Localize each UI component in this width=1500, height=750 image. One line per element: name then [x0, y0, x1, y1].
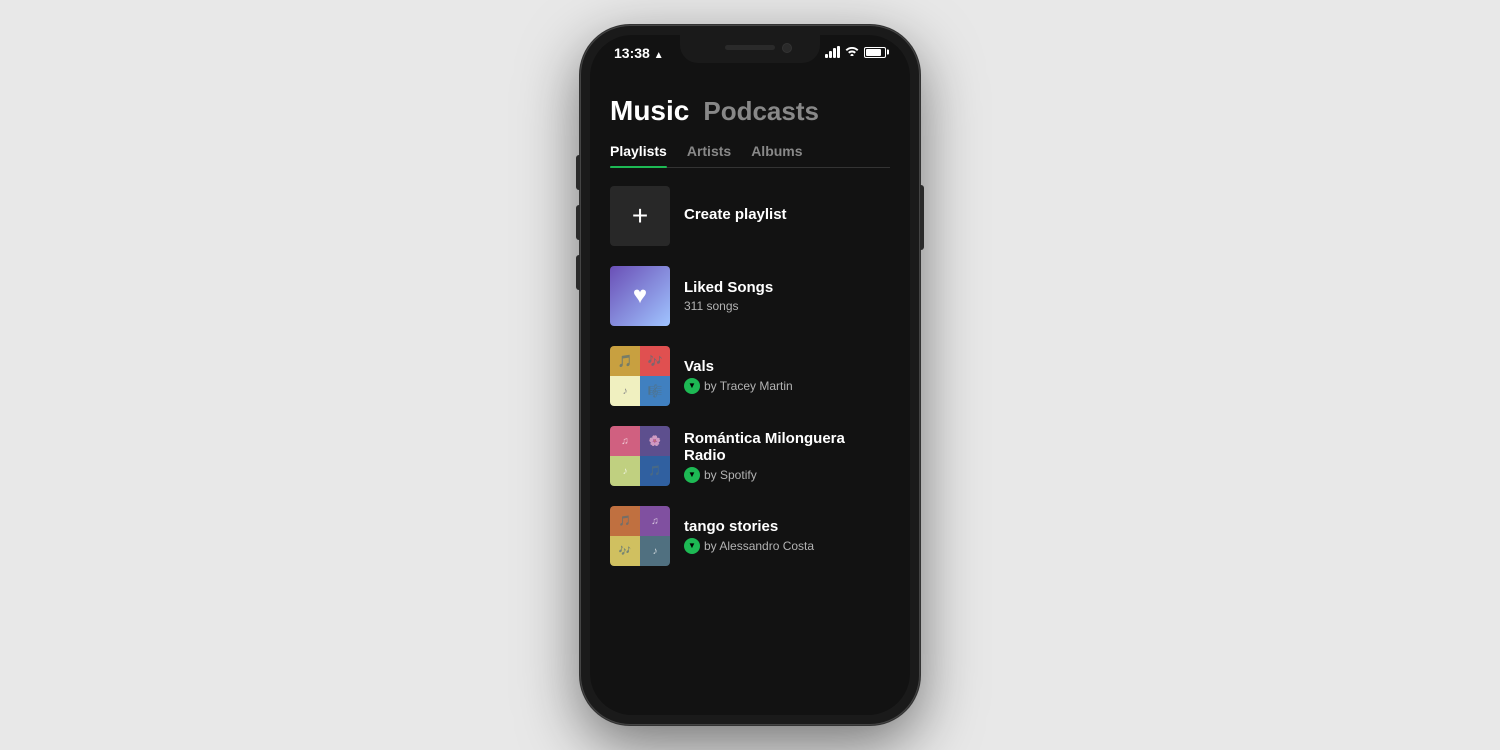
tango-thumb: 🎵 ♫ 🎶 ♪ [610, 506, 670, 566]
vals-name: Vals [684, 358, 890, 375]
tango-item[interactable]: 🎵 ♫ 🎶 ♪ [590, 496, 910, 576]
vals-download-arrow: ▼ [688, 382, 696, 390]
liked-songs-count: 311 songs [684, 299, 890, 313]
tab-music[interactable]: Music [610, 95, 689, 127]
notch-camera [782, 43, 792, 53]
romantica-cell-2: 🌸 [640, 426, 670, 456]
notch [680, 35, 820, 63]
main-tabs: Music Podcasts [610, 95, 890, 127]
romantica-item[interactable]: ♫ 🌸 ♪ 🎵 [590, 416, 910, 496]
mosaic-cell-1: 🎵 [610, 346, 640, 376]
playlist-list: + Create playlist ♥ Liked Songs 311 song… [590, 168, 910, 584]
wifi-icon [845, 45, 859, 59]
romantica-thumb: ♫ 🌸 ♪ 🎵 [610, 426, 670, 486]
tab-albums[interactable]: Albums [751, 143, 802, 167]
create-playlist-item[interactable]: + Create playlist [590, 176, 910, 256]
signal-icon [825, 46, 840, 58]
vals-mosaic: 🎵 🎶 ♪ 🎼 [610, 346, 670, 406]
vals-thumb: 🎵 🎶 ♪ 🎼 [610, 346, 670, 406]
romantica-download-arrow: ▼ [688, 471, 696, 479]
tango-mosaic: 🎵 ♫ 🎶 ♪ [610, 506, 670, 566]
vals-download-icon: ▼ [684, 378, 700, 394]
romantica-mosaic: ♫ 🌸 ♪ 🎵 [610, 426, 670, 486]
tango-cell-4: ♪ [640, 536, 670, 566]
tab-playlists[interactable]: Playlists [610, 143, 667, 167]
tango-cell-2: ♫ [640, 506, 670, 536]
tango-name: tango stories [684, 518, 890, 535]
romantica-cell-3: ♪ [610, 456, 640, 486]
liked-songs-info: Liked Songs 311 songs [684, 279, 890, 313]
notch-speaker [725, 45, 775, 50]
vals-item[interactable]: 🎵 🎶 ♪ 🎼 [590, 336, 910, 416]
tango-by: ▼ by Alessandro Costa [684, 538, 890, 554]
plus-icon: + [632, 202, 648, 230]
status-icons [825, 45, 886, 59]
create-playlist-thumb: + [610, 186, 670, 246]
tab-podcasts[interactable]: Podcasts [703, 96, 819, 127]
romantica-cell-1: ♫ [610, 426, 640, 456]
liked-songs-item[interactable]: ♥ Liked Songs 311 songs [590, 256, 910, 336]
sub-tabs: Playlists Artists Albums [610, 143, 890, 168]
tango-download-icon: ▼ [684, 538, 700, 554]
liked-songs-name: Liked Songs [684, 279, 890, 296]
mosaic-cell-4: 🎼 [640, 376, 670, 406]
tango-download-arrow: ▼ [688, 542, 696, 550]
mosaic-cell-3: ♪ [610, 376, 640, 406]
liked-songs-thumb: ♥ [610, 266, 670, 326]
mosaic-cell-2: 🎶 [640, 346, 670, 376]
tango-cell-1: 🎵 [610, 506, 640, 536]
phone-screen: 13:38 ▲ [590, 35, 910, 715]
battery-icon [864, 47, 886, 58]
romantica-download-icon: ▼ [684, 467, 700, 483]
create-playlist-info: Create playlist [684, 206, 890, 226]
romantica-cell-4: 🎵 [640, 456, 670, 486]
tango-cell-3: 🎶 [610, 536, 640, 566]
tab-artists[interactable]: Artists [687, 143, 731, 167]
create-playlist-name: Create playlist [684, 206, 890, 223]
heart-icon: ♥ [633, 282, 647, 310]
phone-frame: 13:38 ▲ [580, 25, 920, 725]
vals-by: ▼ by Tracey Martin [684, 378, 890, 394]
romantica-info: Romántica Milonguera Radio ▼ by Spotify [684, 430, 890, 483]
tango-info: tango stories ▼ by Alessandro Costa [684, 518, 890, 554]
location-icon: ▲ [654, 50, 664, 61]
header: Music Podcasts Playlists Artists Albums [590, 79, 910, 168]
vals-info: Vals ▼ by Tracey Martin [684, 358, 890, 394]
romantica-by: ▼ by Spotify [684, 467, 890, 483]
romantica-name: Romántica Milonguera Radio [684, 430, 890, 464]
main-content: Music Podcasts Playlists Artists Albums … [590, 79, 910, 715]
